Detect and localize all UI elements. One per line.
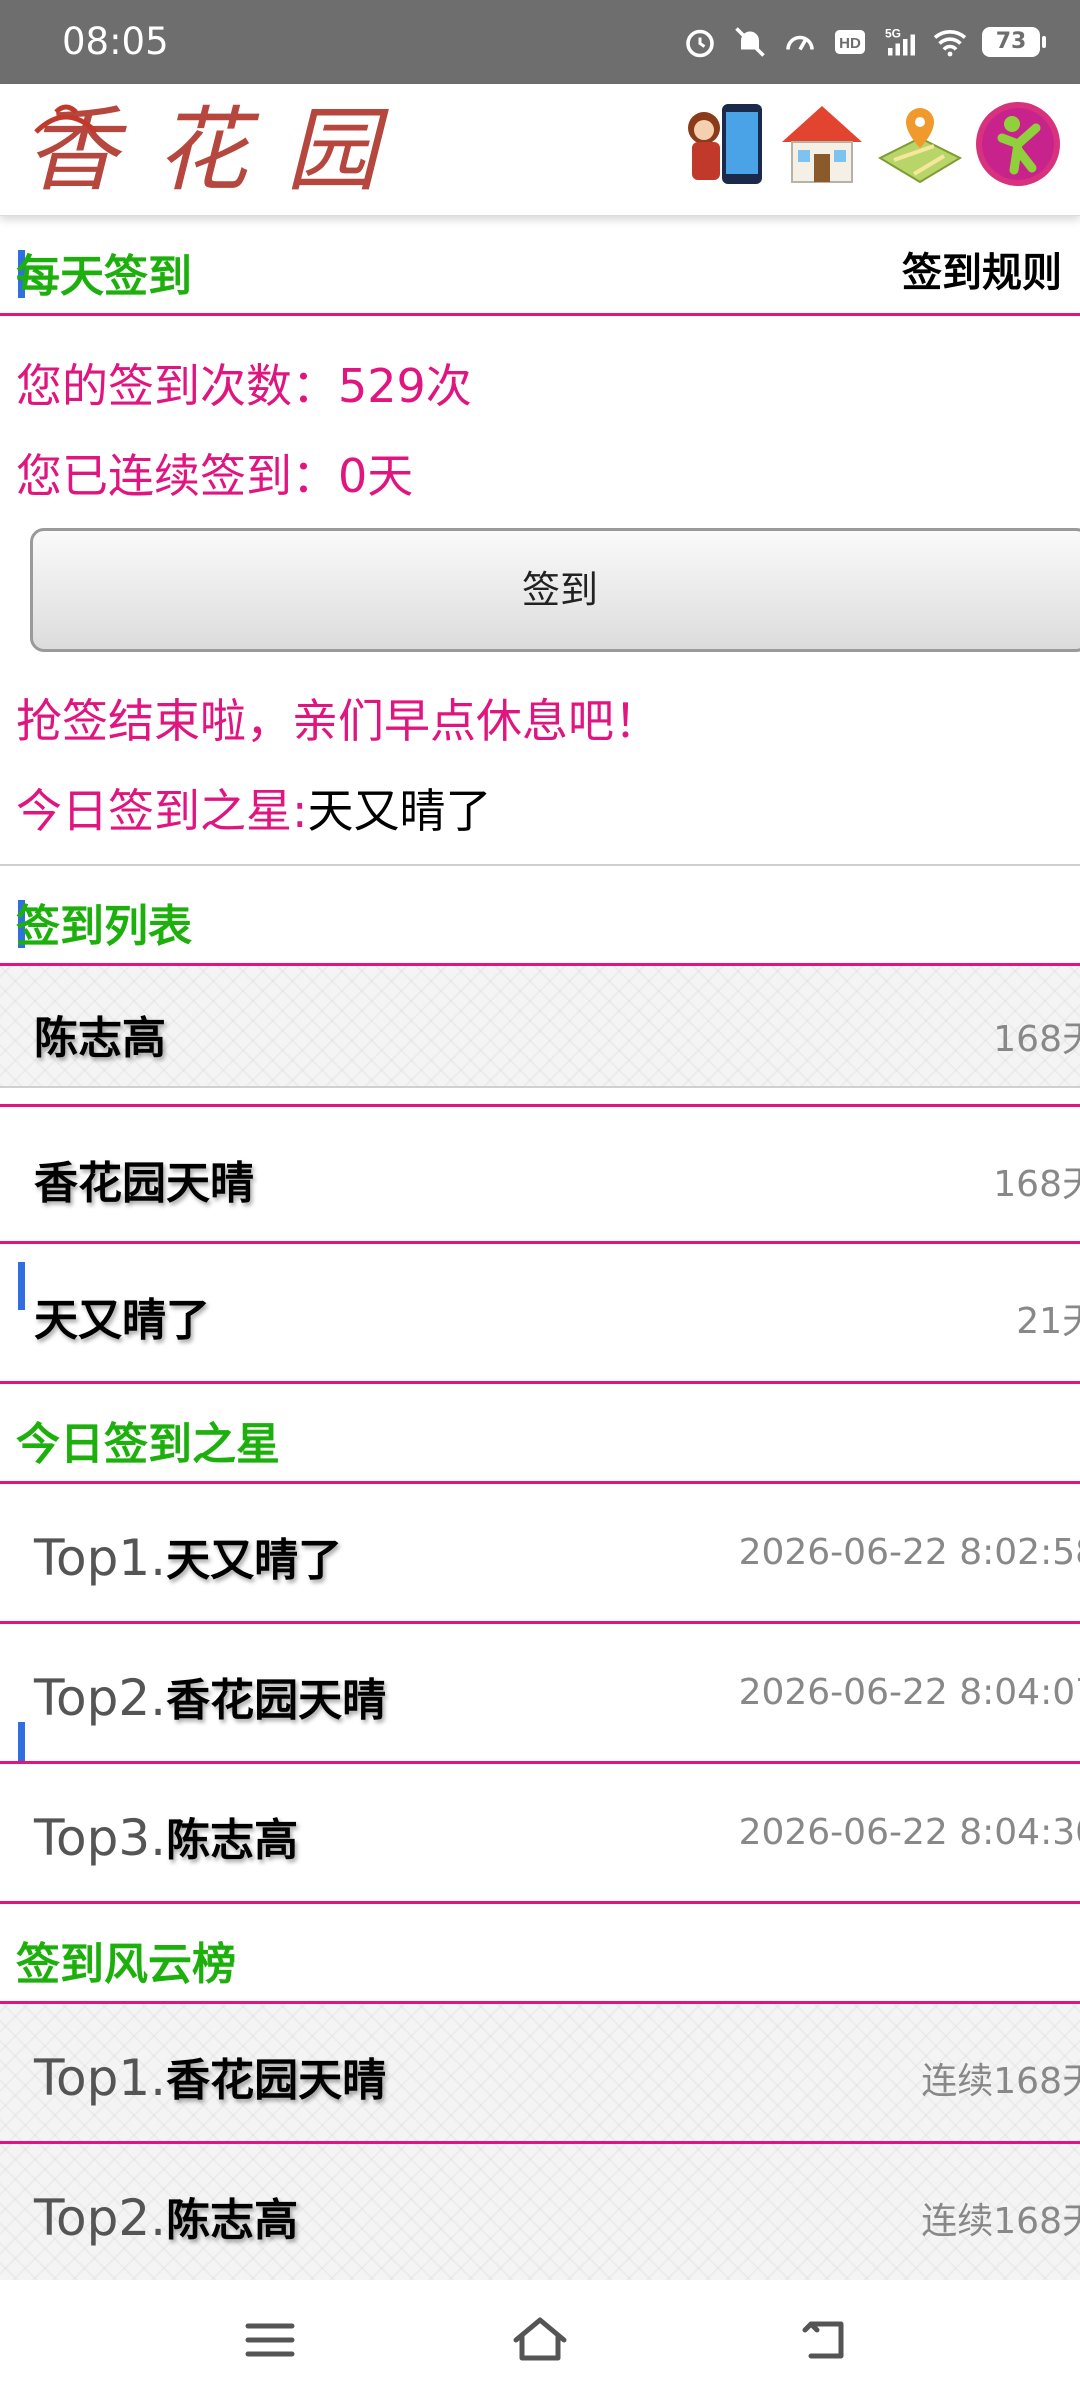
svg-text:5G: 5G <box>885 27 901 41</box>
rank-label: Top1. <box>34 1529 167 1587</box>
list-item-time: 2026-06-22 8:02:58 <box>738 1532 1080 1573</box>
list-item[interactable]: Top2.香花园天晴 2026-06-22 8:04:07 <box>0 1624 1080 1764</box>
list-item-name: Top3.陈志高 <box>34 1804 298 1868</box>
list-item[interactable]: Top2.陈志高 连续168天 <box>0 2144 1080 2284</box>
today-star-title: 今日签到之星 <box>16 1419 280 1470</box>
checkin-count: 您的签到次数：529次 <box>16 359 472 413</box>
sign-list-header: 签到列表 <box>0 866 1080 966</box>
today-star-header: 今日签到之星 <box>0 1384 1080 1484</box>
speed-icon <box>786 35 814 51</box>
svg-text:香花园: 香花园 <box>26 97 406 204</box>
section-marker <box>18 1262 25 1310</box>
user-name: 香花园天晴 <box>166 1675 387 1726</box>
checkin-streak: 您已连续签到：0天 <box>16 449 414 503</box>
mobile-phone-icon[interactable] <box>678 98 770 190</box>
status-bar: 08:05 HD 5G 73 <box>0 0 1080 84</box>
user-name: 天又晴了 <box>166 1535 343 1586</box>
today-star-line: 今日签到之星:天又晴了 <box>16 775 492 841</box>
rank-label: Top2. <box>34 2189 167 2247</box>
rank-label: Top2. <box>34 1669 167 1727</box>
menu-icon[interactable] <box>240 2310 300 2370</box>
daily-checkin-header: 每天签到 签到规则 <box>0 216 1080 316</box>
rank-label: Top3. <box>34 1809 167 1867</box>
rank-label: Top1. <box>34 2049 167 2107</box>
status-icons: HD 5G 73 <box>682 20 1046 64</box>
list-item-name: 天又晴了 <box>34 1295 210 1346</box>
list-item[interactable]: Top1.香花园天晴 连续168天 <box>0 2004 1080 2144</box>
list-item-days: 168天 <box>993 1164 1080 1205</box>
daily-checkin-title: 每天签到 <box>16 251 192 302</box>
list-item-name: Top2.陈志高 <box>34 2184 298 2248</box>
list-item[interactable]: Top1.天又晴了 2026-06-22 8:02:58 <box>0 1484 1080 1624</box>
sign-list-title: 签到列表 <box>16 901 192 952</box>
list-item[interactable]: 陈志高 168天 <box>0 966 1080 1088</box>
section-marker <box>18 1722 25 1761</box>
list-item-streak: 连续168天 <box>921 2201 1080 2242</box>
battery-icon: 73 <box>982 27 1046 57</box>
list-item-streak: 连续168天 <box>921 2061 1080 2102</box>
site-logo[interactable]: 香花园 <box>16 92 406 208</box>
signal-5g-icon: 5G <box>885 27 915 56</box>
list-item-days: 168天 <box>993 1019 1080 1060</box>
map-location-icon[interactable] <box>874 98 966 190</box>
today-star-label: 今日签到之星: <box>16 784 308 838</box>
home-nav-icon[interactable] <box>510 2310 570 2370</box>
hd-icon: HD <box>835 30 865 54</box>
list-item[interactable]: 天又晴了 21天 <box>0 1244 1080 1384</box>
user-profile-icon[interactable] <box>972 98 1064 190</box>
home-icon[interactable] <box>776 98 868 190</box>
leaderboard-header: 签到风云榜 <box>0 1904 1080 2004</box>
notice-text: 抢签结束啦，亲们早点休息吧！ <box>16 694 660 748</box>
user-name: 香花园天晴 <box>166 2055 387 2106</box>
list-item-time: 2026-06-22 8:04:07 <box>738 1672 1080 1713</box>
list-item-name: 陈志高 <box>34 1013 166 1064</box>
mute-bell-icon <box>735 27 765 57</box>
list-item-name: Top2.香花园天晴 <box>34 1664 386 1728</box>
list-item-time: 2026-06-22 8:04:30 <box>738 1812 1080 1853</box>
wifi-icon <box>933 30 967 57</box>
alarm-icon <box>686 29 714 58</box>
list-item-name: Top1.香花园天晴 <box>34 2044 386 2108</box>
system-nav-bar <box>0 2280 1080 2408</box>
leaderboard-title: 签到风云榜 <box>16 1939 236 1990</box>
list-item-days: 21天 <box>1016 1301 1080 1342</box>
status-time: 08:05 <box>62 20 169 63</box>
list-item-name: Top1.天又晴了 <box>34 1524 342 1588</box>
list-item[interactable]: Top3.陈志高 2026-06-22 8:04:30 <box>0 1764 1080 1904</box>
sign-in-button[interactable]: 签到 <box>30 528 1080 652</box>
svg-text:HD: HD <box>839 35 861 52</box>
today-star-name[interactable]: 天又晴了 <box>308 784 492 838</box>
back-icon[interactable] <box>795 2310 855 2370</box>
checkin-rules-link[interactable]: 签到规则 <box>902 240 1062 298</box>
app-header: 香花园 <box>0 84 1080 216</box>
user-name: 陈志高 <box>166 1815 299 1866</box>
user-name: 陈志高 <box>166 2195 299 2246</box>
list-item-name: 香花园天晴 <box>34 1158 254 1209</box>
list-item[interactable]: 香花园天晴 168天 <box>0 1104 1080 1244</box>
